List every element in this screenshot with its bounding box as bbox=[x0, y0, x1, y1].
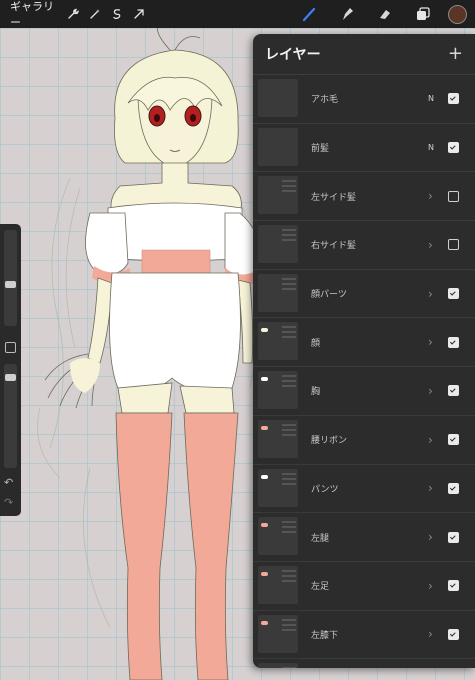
chevron-right-icon[interactable]: › bbox=[428, 433, 433, 447]
layer-name: 左膝下 bbox=[311, 630, 339, 641]
layer-name: アホ毛 bbox=[311, 95, 339, 106]
left-sidebar: ↶ ↷ bbox=[0, 224, 21, 516]
layer-thumbnail bbox=[258, 273, 298, 312]
chevron-right-icon[interactable]: › bbox=[428, 481, 433, 495]
layer-name: 腰リボン bbox=[311, 436, 348, 447]
layers-panel: レイヤー + アホ毛 N 前髪 N 左サイド髪 › 右サイド髪 › 顔パーツ › 顔 › 胸 › 腰リボン ›… bbox=[253, 34, 475, 668]
layer-thumbnail bbox=[258, 127, 298, 166]
layer-thumbnail bbox=[258, 565, 298, 604]
layer-list: アホ毛 N 前髪 N 左サイド髪 › 右サイド髪 › 顔パーツ › 顔 › 胸 › 腰リボン › パンツ › 左腿 ›… bbox=[253, 75, 475, 668]
layer-row[interactable]: 左サイド髪 › bbox=[253, 172, 475, 222]
layer-row[interactable]: パンツ › bbox=[253, 465, 475, 514]
layer-name: 顔 bbox=[311, 338, 321, 349]
blend-mode-button[interactable]: N bbox=[428, 94, 434, 103]
layer-visibility-checkbox[interactable] bbox=[448, 239, 459, 251]
layers-icon[interactable] bbox=[404, 3, 442, 25]
layer-thumbnail bbox=[258, 225, 298, 264]
layer-visibility-checkbox[interactable] bbox=[448, 482, 459, 494]
layer-visibility-checkbox[interactable] bbox=[448, 580, 459, 592]
layer-row[interactable]: 左腿 › bbox=[253, 513, 475, 562]
smudge-icon[interactable] bbox=[328, 3, 366, 25]
chevron-right-icon[interactable]: › bbox=[428, 189, 433, 203]
layer-thumbnail bbox=[258, 419, 298, 458]
layer-row[interactable]: 胸 › bbox=[253, 367, 475, 416]
color-picker-button[interactable] bbox=[448, 4, 467, 24]
layer-name: 左足 bbox=[311, 582, 330, 593]
layer-visibility-checkbox[interactable] bbox=[448, 93, 459, 105]
layer-name: 胸 bbox=[311, 387, 321, 398]
add-layer-button[interactable]: + bbox=[448, 45, 463, 63]
layer-row[interactable]: 前髪 N bbox=[253, 124, 475, 173]
chevron-right-icon[interactable]: › bbox=[428, 238, 433, 252]
layer-thumbnail bbox=[258, 322, 298, 361]
transform-arrow-icon[interactable] bbox=[128, 3, 150, 25]
wrench-icon[interactable] bbox=[62, 3, 84, 25]
layer-name: 左サイド髪 bbox=[311, 192, 357, 203]
layer-row[interactable]: 左足 › bbox=[253, 562, 475, 611]
layer-thumbnail bbox=[258, 468, 298, 507]
layer-name: 顔パーツ bbox=[311, 290, 347, 301]
layer-visibility-checkbox[interactable] bbox=[448, 142, 459, 154]
layer-row[interactable]: アホ毛 N bbox=[253, 75, 475, 124]
brush-icon[interactable] bbox=[290, 3, 328, 25]
modify-button[interactable] bbox=[5, 342, 16, 353]
undo-icon[interactable]: ↶ bbox=[4, 476, 13, 489]
layer-visibility-checkbox[interactable] bbox=[448, 531, 459, 543]
layer-thumbnail bbox=[258, 614, 298, 653]
opacity-knob[interactable] bbox=[5, 374, 16, 381]
brush-size-knob[interactable] bbox=[5, 281, 16, 288]
selection-icon[interactable] bbox=[106, 3, 128, 25]
top-toolbar: ギャラリー bbox=[0, 0, 475, 30]
layer-row[interactable]: 顔パーツ › bbox=[253, 270, 475, 319]
layer-row[interactable]: 右足› bbox=[253, 659, 475, 668]
layer-visibility-checkbox[interactable] bbox=[448, 434, 459, 446]
chevron-right-icon[interactable]: › bbox=[428, 579, 433, 593]
chevron-right-icon[interactable]: › bbox=[428, 384, 433, 398]
chevron-right-icon[interactable]: › bbox=[428, 335, 433, 349]
blend-mode-button[interactable]: N bbox=[428, 143, 434, 152]
chevron-right-icon[interactable]: › bbox=[428, 287, 433, 301]
chevron-right-icon[interactable]: › bbox=[428, 627, 433, 641]
tool-group bbox=[290, 0, 475, 28]
layer-row[interactable]: 左膝下 › bbox=[253, 611, 475, 660]
opacity-slider[interactable] bbox=[4, 364, 17, 468]
layer-name: パンツ bbox=[311, 484, 339, 495]
layer-name: 右サイド髪 bbox=[311, 241, 357, 252]
magic-wand-icon[interactable] bbox=[84, 3, 106, 25]
layer-row[interactable]: 腰リボン › bbox=[253, 416, 475, 465]
brush-size-slider[interactable] bbox=[4, 230, 17, 326]
layer-visibility-checkbox[interactable] bbox=[448, 288, 459, 300]
layer-thumbnail bbox=[258, 517, 298, 556]
chevron-right-icon[interactable]: › bbox=[428, 530, 433, 544]
gallery-button[interactable]: ギャラリー bbox=[0, 0, 62, 30]
layer-visibility-checkbox[interactable] bbox=[448, 336, 459, 348]
layer-visibility-checkbox[interactable] bbox=[448, 190, 459, 202]
layers-panel-header: レイヤー + bbox=[253, 34, 475, 75]
layer-thumbnail bbox=[258, 176, 298, 215]
layers-panel-title: レイヤー bbox=[265, 47, 321, 63]
layer-row[interactable]: 顔 › bbox=[253, 318, 475, 368]
layer-name: 前髪 bbox=[311, 144, 330, 155]
layer-name: 左腿 bbox=[311, 533, 330, 544]
layer-thumbnail bbox=[258, 371, 298, 410]
layer-visibility-checkbox[interactable] bbox=[448, 385, 459, 397]
layer-thumbnail bbox=[258, 79, 298, 117]
redo-icon[interactable]: ↷ bbox=[4, 496, 13, 509]
layer-thumbnail bbox=[258, 663, 298, 668]
layer-visibility-checkbox[interactable] bbox=[448, 628, 459, 640]
layer-row[interactable]: 右サイド髪 › bbox=[253, 221, 475, 270]
eraser-icon[interactable] bbox=[366, 3, 404, 25]
